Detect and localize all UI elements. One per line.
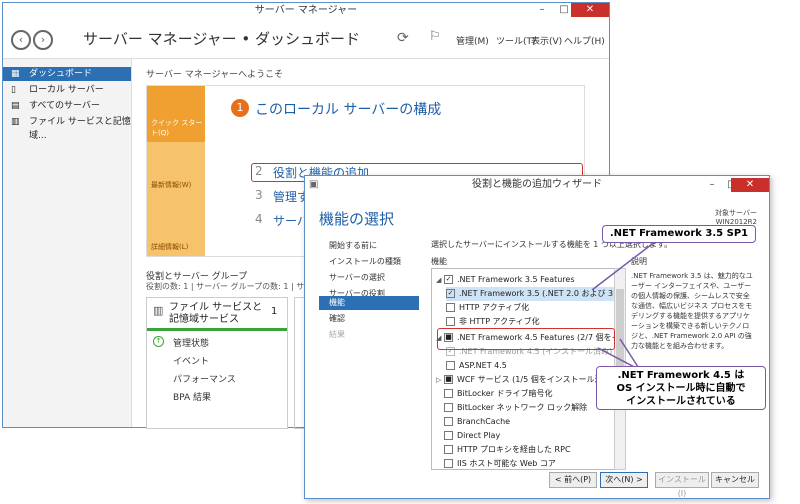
callout-net45-line3: インストールされている [626,396,736,407]
callout-net35: .NET Framework 3.5 SP1 [602,225,756,243]
callout-net45-line2: OS インストール時に自動で [616,383,746,394]
callout-net45: .NET Framework 4.5 は OS インストール時に自動で インスト… [596,366,766,410]
callout-arrows [591,237,661,371]
callout-net45-line1: .NET Framework 4.5 は [617,370,745,381]
